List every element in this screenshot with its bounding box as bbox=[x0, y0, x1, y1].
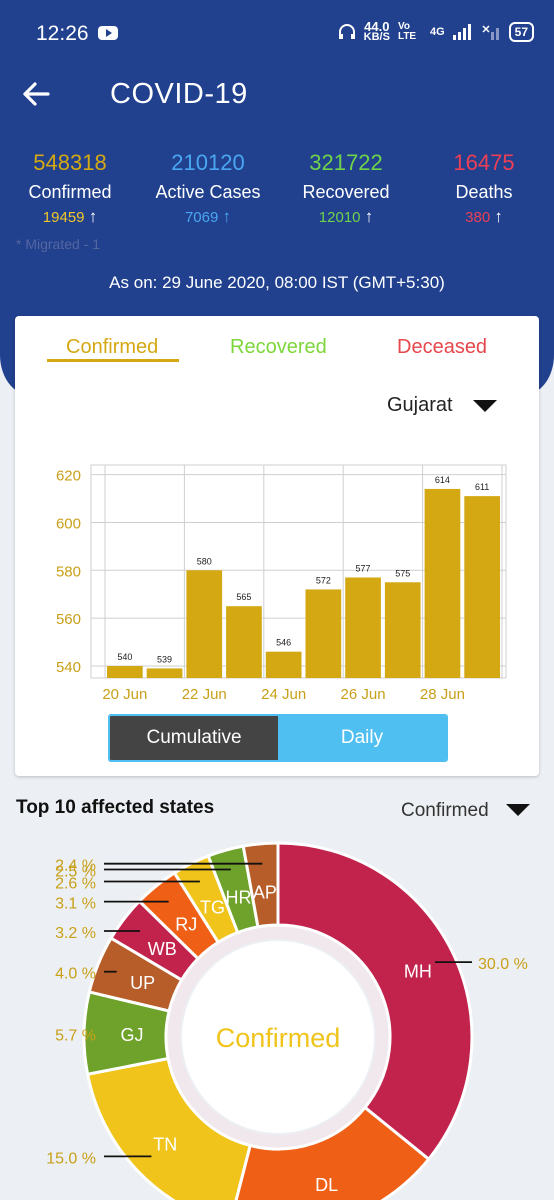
stat-delta: 7069 ↑ bbox=[138, 207, 278, 227]
volte-label: Vo LTE bbox=[397, 21, 417, 42]
y-tick-label: 560 bbox=[56, 611, 81, 628]
y-tick-label: 540 bbox=[56, 659, 81, 676]
top10-title: Top 10 affected states bbox=[16, 797, 215, 818]
stat-deaths: 16475 Deaths 380 ↑ bbox=[414, 150, 554, 227]
top10-donut-chart: MH 30.0 % DL TN 15.0 % GJ 5.7 % UP 4.0 % WB 3.2 % R… bbox=[46, 841, 528, 1200]
stat-delta-value: 7069 bbox=[184, 209, 219, 226]
stat-delta-value: 19459 bbox=[42, 209, 85, 226]
y-tick-label: 620 bbox=[56, 468, 81, 485]
slice-percent-label: 5.7 % bbox=[55, 1027, 96, 1044]
status-icons: 44.0 KB/S Vo LTE 4G 57 bbox=[338, 20, 534, 43]
youtube-icon bbox=[98, 26, 118, 40]
metric-select[interactable]: Confirmed bbox=[401, 800, 489, 822]
arrow-up-icon: ↑ bbox=[222, 207, 232, 226]
stat-label: Confirmed bbox=[28, 182, 112, 202]
slice-state-label: HR bbox=[225, 887, 251, 907]
bar bbox=[305, 589, 342, 678]
stat-active: 210120 Active Cases 7069 ↑ bbox=[138, 150, 278, 227]
donut-center-label: Confirmed bbox=[216, 1023, 341, 1053]
bar-value-label: 539 bbox=[157, 654, 172, 664]
stat-delta: 12010 ↑ bbox=[276, 207, 416, 227]
slice-state-label: TN bbox=[153, 1134, 177, 1154]
slice-percent-label: 15.0 % bbox=[46, 1150, 96, 1167]
bar-value-label: 575 bbox=[395, 568, 410, 578]
bar-value-label: 565 bbox=[236, 592, 251, 602]
toggle-cumulative[interactable]: Cumulative bbox=[110, 716, 278, 760]
bar bbox=[226, 606, 262, 678]
slice-state-label: WB bbox=[148, 939, 177, 959]
bar-value-label: 611 bbox=[475, 482, 489, 492]
stat-delta-value: 380 bbox=[465, 209, 491, 226]
arrow-up-icon: ↑ bbox=[494, 207, 503, 226]
page-title: COVID-19 bbox=[110, 78, 248, 110]
bar bbox=[146, 668, 183, 678]
slice-state-label: UP bbox=[130, 973, 155, 993]
slice-percent-label: 3.1 % bbox=[55, 896, 96, 913]
bar bbox=[186, 570, 223, 678]
signal-icon-2 bbox=[482, 25, 499, 40]
net-speed: 44.0 KB/S bbox=[363, 20, 390, 43]
stat-delta: 380 ↑ bbox=[414, 207, 554, 227]
daily-bar-chart: 540 560 580 600 620 540 539 580 565 546 572 577 575 6… bbox=[56, 464, 507, 703]
bar-value-label: 614 bbox=[435, 475, 450, 485]
bar bbox=[464, 496, 500, 678]
view-toggle[interactable]: Cumulative Daily bbox=[108, 714, 448, 762]
x-tick-label: 28 Jun bbox=[420, 686, 465, 703]
stat-label: Recovered bbox=[302, 182, 390, 202]
slice-percent-label: 3.2 % bbox=[55, 925, 96, 942]
x-tick-label: 24 Jun bbox=[261, 686, 306, 703]
last-updated: As on: 29 June 2020, 08:00 IST (GMT+5:30… bbox=[109, 273, 445, 292]
back-arrow-icon[interactable] bbox=[18, 76, 54, 112]
x-tick-label: 22 Jun bbox=[182, 686, 227, 703]
chart-card: Confirmed Recovered Deceased Gujarat 540… bbox=[15, 316, 539, 776]
dropdown-arrow-icon[interactable] bbox=[506, 804, 530, 816]
x-tick-label: 20 Jun bbox=[102, 686, 147, 703]
stat-label: Active Cases bbox=[155, 182, 261, 202]
slice-state-label: MH bbox=[404, 961, 432, 981]
bar-value-label: 546 bbox=[276, 638, 291, 648]
bar bbox=[384, 582, 421, 678]
slice-percent-label: 2.4 % bbox=[55, 858, 96, 875]
stat-delta-value: 12010 bbox=[318, 209, 361, 226]
slice-state-label: RJ bbox=[175, 914, 197, 934]
slice-state-label: GJ bbox=[121, 1025, 144, 1045]
signal-icon bbox=[452, 24, 471, 40]
slice-percent-label: 30.0 % bbox=[478, 956, 528, 973]
stat-value: 210120 bbox=[171, 150, 245, 175]
x-tick-label: 26 Jun bbox=[341, 686, 386, 703]
net-speed-unit: KB/S bbox=[363, 31, 390, 43]
stat-confirmed: 548318 Confirmed 19459 ↑ bbox=[0, 150, 140, 227]
bar-value-label: 572 bbox=[316, 575, 331, 585]
slice-state-label: AP bbox=[253, 883, 277, 903]
slice-percent-label: 4.0 % bbox=[55, 966, 96, 983]
y-tick-label: 580 bbox=[56, 563, 81, 580]
arrow-up-icon: ↑ bbox=[364, 207, 374, 226]
stat-value: 16475 bbox=[453, 150, 515, 175]
status-bar: 12:26 44.0 KB/S Vo LTE 4G 57 bbox=[0, 0, 554, 66]
stat-value: 548318 bbox=[33, 150, 107, 175]
bar bbox=[265, 651, 302, 678]
stat-value: 321722 bbox=[309, 150, 383, 175]
bar-value-label: 577 bbox=[356, 563, 371, 573]
y-tick-label: 600 bbox=[56, 515, 81, 532]
stat-recovered: 321722 Recovered 12010 ↑ bbox=[276, 150, 416, 227]
stat-delta: 19459 ↑ bbox=[0, 207, 140, 227]
network-type: 4G bbox=[429, 26, 445, 38]
slice-state-label: TG bbox=[200, 898, 225, 918]
headset-icon bbox=[338, 24, 355, 39]
stat-label: Deaths bbox=[455, 182, 513, 202]
arrow-up-icon: ↑ bbox=[88, 207, 98, 226]
bar-value-label: 540 bbox=[117, 652, 132, 662]
bar bbox=[107, 666, 143, 678]
bar-value-label: 580 bbox=[197, 556, 212, 566]
toggle-daily[interactable]: Daily bbox=[278, 716, 446, 760]
status-time: 12:26 bbox=[36, 22, 89, 45]
migrated-note: * Migrated - 1 bbox=[16, 236, 101, 252]
bar bbox=[345, 577, 381, 678]
bar bbox=[424, 488, 461, 678]
slice-state-label: DL bbox=[315, 1175, 338, 1195]
battery-indicator: 57 bbox=[508, 22, 534, 42]
